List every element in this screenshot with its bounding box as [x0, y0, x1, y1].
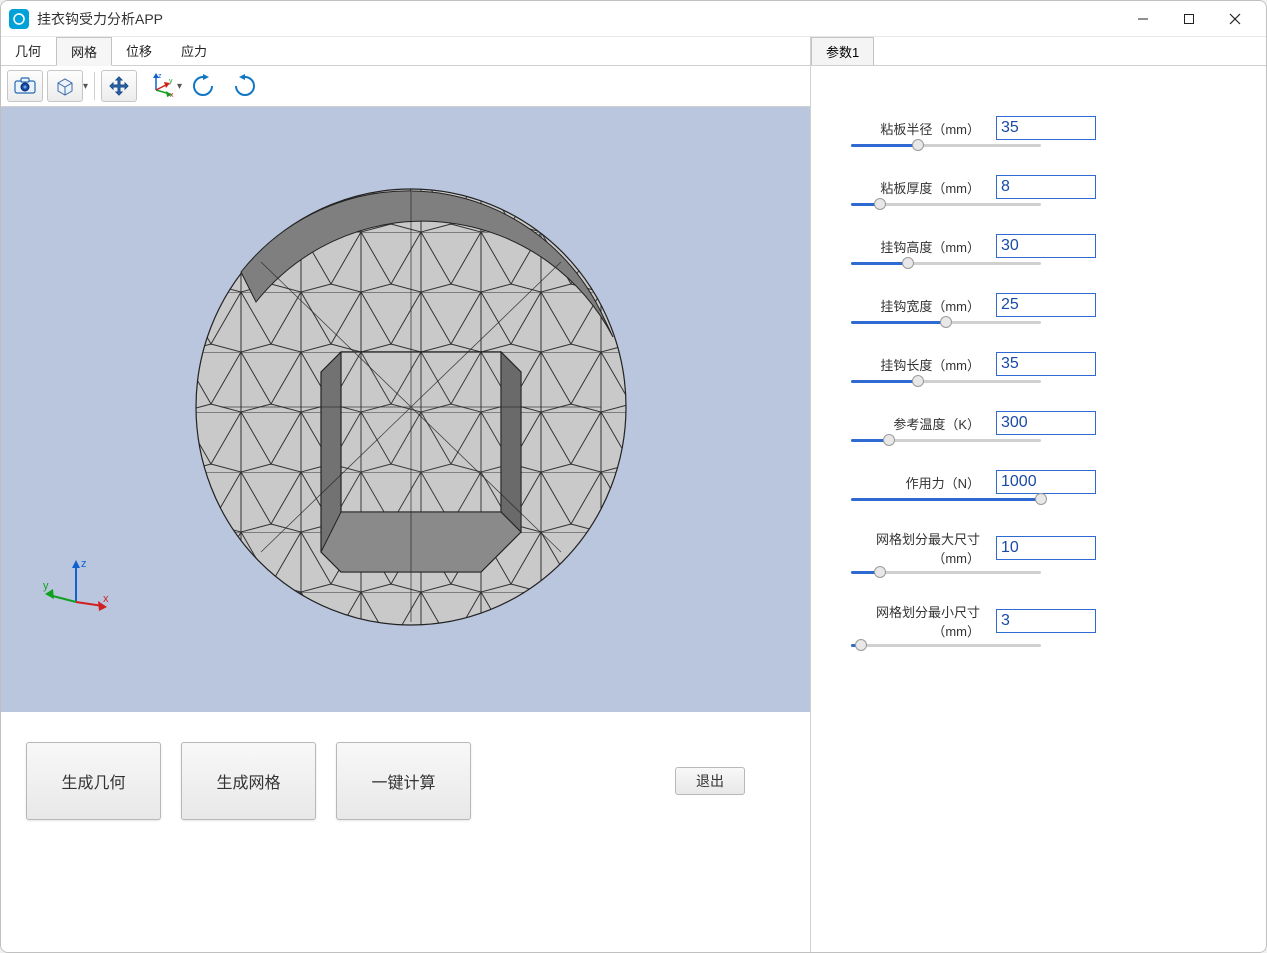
tab-geometry[interactable]: 几何	[1, 37, 56, 65]
right-pane: 参数1 粘板半径（mm） 粘板厚度（mm） 挂钩高度（mm） 挂钩宽度（mm） 挂钩长度…	[811, 37, 1266, 952]
view-tabs: 几何 网格 位移 应力	[1, 37, 810, 66]
param-input[interactable]	[996, 116, 1096, 140]
svg-text:z: z	[158, 73, 162, 80]
camera-snapshot-button[interactable]	[7, 70, 43, 102]
param-input[interactable]	[996, 536, 1096, 560]
param-row: 参考温度（K）	[841, 411, 1236, 442]
tab-params1[interactable]: 参数1	[811, 37, 874, 65]
param-label: 粘板半径（mm）	[841, 119, 986, 138]
param-row: 粘板半径（mm）	[841, 116, 1236, 147]
dropdown-caret-icon[interactable]: ▾	[177, 81, 182, 92]
scene-box-button[interactable]	[47, 70, 83, 102]
camera-icon	[14, 77, 36, 95]
param-slider[interactable]	[851, 203, 1041, 206]
mesh-model	[181, 172, 651, 642]
param-row: 挂钩宽度（mm）	[841, 293, 1236, 324]
move-tool-button[interactable]	[101, 70, 137, 102]
axis-z-label: z	[81, 558, 87, 570]
param-label: 粘板厚度（mm）	[841, 178, 986, 197]
exit-button[interactable]: 退出	[675, 767, 745, 795]
param-slider[interactable]	[851, 321, 1041, 324]
tab-displacement[interactable]: 位移	[112, 37, 167, 65]
param-label: 作用力（N）	[841, 473, 986, 492]
param-input[interactable]	[996, 293, 1096, 317]
move-tool-icon	[108, 75, 130, 97]
param-slider[interactable]	[851, 262, 1041, 265]
svg-text:x: x	[170, 92, 174, 99]
toolbar-separator	[94, 72, 95, 100]
tab-mesh[interactable]: 网格	[56, 37, 112, 66]
param-row: 粘板厚度（mm）	[841, 175, 1236, 206]
params-list: 粘板半径（mm） 粘板厚度（mm） 挂钩高度（mm） 挂钩宽度（mm） 挂钩长度（mm）…	[811, 66, 1266, 952]
param-label: 挂钩高度（mm）	[841, 237, 986, 256]
param-input[interactable]	[996, 470, 1096, 494]
param-slider[interactable]	[851, 498, 1041, 501]
param-row: 网格划分最小尺寸（mm）	[841, 602, 1236, 647]
rotate-ccw-icon	[190, 74, 218, 98]
axes-indicator-button[interactable]: z y x	[141, 70, 177, 102]
app-icon	[9, 9, 29, 29]
param-slider[interactable]	[851, 144, 1041, 147]
param-input[interactable]	[996, 411, 1096, 435]
param-slider[interactable]	[851, 571, 1041, 574]
param-row: 作用力（N）	[841, 470, 1236, 501]
window-title: 挂衣钩受力分析APP	[37, 9, 1120, 29]
param-label: 挂钩长度（mm）	[841, 355, 986, 374]
param-label: 网格划分最大尺寸（mm）	[841, 529, 986, 567]
param-row: 挂钩长度（mm）	[841, 352, 1236, 383]
app-window: 挂衣钩受力分析APP 几何 网格 位移 应力	[0, 0, 1267, 953]
content-area: 几何 网格 位移 应力 ▾	[1, 37, 1266, 952]
param-tabs: 参数1	[811, 37, 1266, 66]
param-slider[interactable]	[851, 439, 1041, 442]
scene-box-icon	[54, 75, 76, 97]
maximize-button[interactable]	[1166, 3, 1212, 35]
dropdown-caret-icon[interactable]: ▾	[83, 81, 88, 92]
rotate-cw-icon	[230, 74, 258, 98]
left-pane: 几何 网格 位移 应力 ▾	[1, 37, 811, 952]
compute-button[interactable]: 一键计算	[336, 742, 471, 820]
close-button[interactable]	[1212, 3, 1258, 35]
xyz-axes-icon: z y x	[144, 72, 174, 100]
param-label: 网格划分最小尺寸（mm）	[841, 602, 986, 640]
tab-stress[interactable]: 应力	[167, 37, 222, 65]
rotate-cw-button[interactable]	[226, 70, 262, 102]
param-slider[interactable]	[851, 380, 1041, 383]
param-row: 网格划分最大尺寸（mm）	[841, 529, 1236, 574]
param-row: 挂钩高度（mm）	[841, 234, 1236, 265]
param-slider[interactable]	[851, 644, 1041, 647]
viewport-toolbar: ▾ z y x ▾	[1, 66, 810, 107]
3d-viewport[interactable]: z y x	[1, 107, 810, 712]
minimize-button[interactable]	[1120, 3, 1166, 35]
param-input[interactable]	[996, 352, 1096, 376]
svg-text:y: y	[169, 78, 173, 85]
param-input[interactable]	[996, 234, 1096, 258]
param-input[interactable]	[996, 175, 1096, 199]
rotate-ccw-button[interactable]	[186, 70, 222, 102]
axis-gizmo: z y x	[41, 557, 121, 617]
generate-geometry-button[interactable]: 生成几何	[26, 742, 161, 820]
generate-mesh-button[interactable]: 生成网格	[181, 742, 316, 820]
param-input[interactable]	[996, 609, 1096, 633]
axis-y-label: y	[43, 580, 49, 592]
axis-x-label: x	[103, 593, 109, 605]
window-controls	[1120, 3, 1258, 35]
param-label: 挂钩宽度（mm）	[841, 296, 986, 315]
action-bar: 生成几何 生成网格 一键计算 退出	[1, 712, 810, 952]
titlebar: 挂衣钩受力分析APP	[1, 1, 1266, 37]
param-label: 参考温度（K）	[841, 414, 986, 433]
